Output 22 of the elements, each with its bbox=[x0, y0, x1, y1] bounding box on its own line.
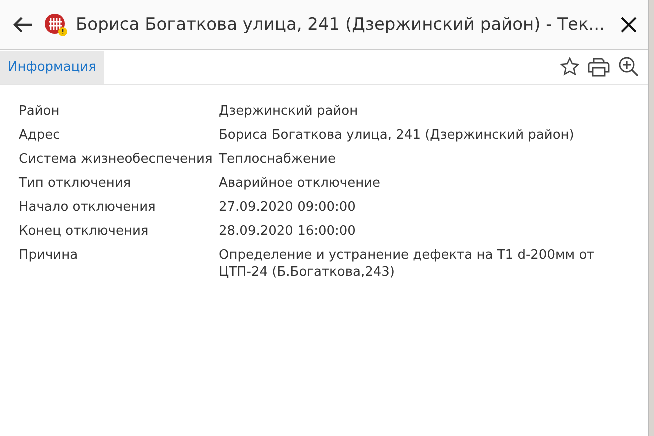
field-value: 27.09.2020 09:00:00 bbox=[219, 199, 357, 216]
field-label: Конец отключения bbox=[19, 223, 150, 240]
window-title: Бориса Богаткова улица, 241 (Дзержинский район) - Тек... bbox=[76, 14, 606, 34]
field-value: Определение и устранение дефекта на Т1 d-200мм от ЦТП-24 (Б.Богаткова,243) bbox=[219, 247, 596, 281]
zoom-in-icon bbox=[618, 56, 640, 78]
close-icon bbox=[620, 16, 638, 34]
field-label: Система жизнеобеспечения bbox=[19, 151, 214, 168]
field-label: Район bbox=[19, 103, 61, 120]
field-label: Начало отключения bbox=[19, 199, 157, 216]
radiator-warning-icon bbox=[44, 12, 68, 36]
field-value: Теплоснабжение bbox=[219, 151, 337, 168]
tab[interactable]: Информация bbox=[0, 50, 104, 84]
back-arrow-icon bbox=[12, 16, 34, 34]
field-value: Дзержинский район bbox=[219, 103, 360, 120]
field-label: Адрес bbox=[19, 127, 62, 144]
field-value: Бориса Богаткова улица, 241 (Дзержинский район) bbox=[219, 127, 576, 144]
field-label: Тип отключения bbox=[19, 175, 132, 192]
printer-icon bbox=[588, 57, 610, 77]
field-value: Аварийное отключение bbox=[219, 175, 382, 192]
star-icon bbox=[560, 57, 580, 77]
field-label: Причина bbox=[19, 247, 80, 265]
field-value: 28.09.2020 16:00:00 bbox=[219, 223, 357, 240]
